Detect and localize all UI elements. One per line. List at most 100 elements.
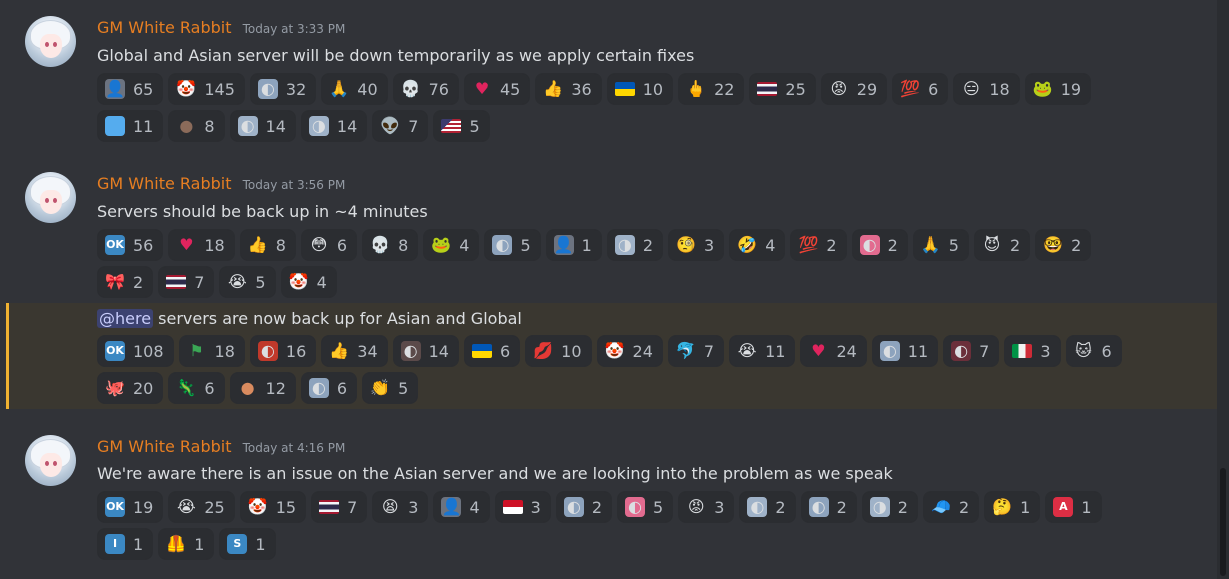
avatar[interactable] <box>25 172 76 223</box>
reaction-button[interactable]: 11 <box>97 110 164 142</box>
reaction-button[interactable]: ◐ 6 <box>300 372 358 404</box>
reaction-button[interactable]: ◐ 14 <box>229 110 296 142</box>
reaction-button[interactable]: 😭 11 <box>729 335 796 367</box>
reaction-button[interactable]: 💯 2 <box>790 229 847 261</box>
reaction-button[interactable]: 💀 8 <box>362 229 419 261</box>
username[interactable]: GM White Rabbit <box>97 18 232 37</box>
reaction-button[interactable]: 💯 6 <box>892 73 949 105</box>
reaction-button[interactable]: ◐ 2 <box>555 491 613 523</box>
reaction-button[interactable]: 🤡 15 <box>239 491 307 523</box>
reaction-button[interactable]: 👤 4 <box>433 491 490 523</box>
reaction-button[interactable]: 🖕 22 <box>678 73 745 105</box>
reaction-button[interactable]: 😡 29 <box>820 73 888 105</box>
reaction-button[interactable]: 🐱 6 <box>1065 335 1122 367</box>
reaction-button[interactable]: 🐸 19 <box>1024 73 1092 105</box>
skull-emoji: 💀 <box>400 79 421 98</box>
reaction-button[interactable]: 👍 34 <box>321 335 388 367</box>
reaction-button[interactable]: 5 <box>433 110 490 142</box>
reaction-button[interactable]: ● 12 <box>229 372 296 404</box>
reaction-button[interactable]: 🤣 4 <box>729 229 786 261</box>
reaction-button[interactable]: 7 <box>158 266 215 298</box>
brown-creature-emoji: ● <box>179 116 194 135</box>
reaction-button[interactable]: ◑ 2 <box>861 491 918 523</box>
reaction-button[interactable]: 🤡 145 <box>168 73 245 105</box>
reaction-button[interactable]: 🧢 2 <box>922 491 980 523</box>
rolling-laughing-emoji: 🤣 <box>737 235 758 254</box>
reaction-button[interactable]: ⚑ 18 <box>178 335 245 367</box>
reaction-button[interactable]: ◐ 2 <box>739 491 796 523</box>
message: GM White Rabbit Today at 3:56 PM Servers… <box>0 172 1217 302</box>
reaction-button[interactable]: 👤 65 <box>97 73 164 105</box>
reaction-button[interactable]: 😡 3 <box>678 491 735 523</box>
reaction-count: 1 <box>1020 497 1031 517</box>
reaction-button[interactable]: S1 <box>219 528 276 560</box>
reaction-button[interactable]: 🦺 1 <box>158 528 215 560</box>
reaction-button[interactable]: ◐ 11 <box>871 335 939 367</box>
reaction-button[interactable]: ◐ 5 <box>617 491 674 523</box>
reaction-button[interactable]: 🐬 7 <box>667 335 725 367</box>
reaction-list: OK 56 ♥ 18 👍 8 😳 6 💀 8 🐸 4 ◐ 5 👤 1 ◑ 2 🧐 3 🤣 4 💯 2 ◐ 2 🙏 5 😈 2 🤓 2 🎀 2 7 😭 5… <box>97 229 1207 303</box>
reaction-button[interactable]: 🤔 1 <box>984 491 1041 523</box>
reaction-button[interactable]: 😭 5 <box>219 266 276 298</box>
reaction-button[interactable]: ◐ 5 <box>484 229 541 261</box>
reaction-button[interactable]: 🐙 20 <box>97 372 164 404</box>
reaction-button[interactable]: 🦎 6 <box>168 372 225 404</box>
reaction-button[interactable]: 6 <box>463 335 521 367</box>
reaction-button[interactable]: 😭 25 <box>168 491 235 523</box>
reaction-button[interactable]: 🐸 4 <box>423 229 480 261</box>
scrollbar-thumb[interactable] <box>1220 468 1226 576</box>
avatar[interactable] <box>25 16 76 67</box>
reaction-button[interactable]: 👽 7 <box>372 110 429 142</box>
reaction-button[interactable]: ◐ 2 <box>800 491 857 523</box>
here-mention[interactable]: @here <box>97 309 154 328</box>
angry-pepe-emoji: 😡 <box>687 497 705 516</box>
reaction-button[interactable]: ♥ 18 <box>168 229 235 261</box>
reaction-button[interactable]: ◐ 32 <box>249 73 317 105</box>
reaction-button[interactable]: 😳 6 <box>300 229 358 261</box>
reaction-button[interactable]: 💋 10 <box>525 335 592 367</box>
scrollbar-track[interactable] <box>1217 0 1229 579</box>
reaction-button[interactable]: ♥ 45 <box>463 73 531 105</box>
reaction-button[interactable]: ◐ 2 <box>851 229 908 261</box>
reaction-button[interactable]: 25 <box>749 73 816 105</box>
reaction-count: 4 <box>316 272 327 292</box>
reaction-button[interactable]: ● 8 <box>168 110 225 142</box>
username[interactable]: GM White Rabbit <box>97 174 232 193</box>
message: GM White Rabbit Today at 4:16 PM We're a… <box>0 435 1217 565</box>
reaction-button[interactable]: 👍 8 <box>239 229 296 261</box>
reaction-count: 24 <box>836 341 857 361</box>
username[interactable]: GM White Rabbit <box>97 437 232 456</box>
reaction-button[interactable]: I1 <box>97 528 154 560</box>
reaction-button[interactable]: OK 19 <box>97 491 164 523</box>
reaction-button[interactable]: 🧐 3 <box>668 229 725 261</box>
reaction-button[interactable]: 🤓 2 <box>1035 229 1092 261</box>
reaction-button[interactable]: ♥ 24 <box>800 335 867 367</box>
reaction-button[interactable]: 👍 36 <box>535 73 602 105</box>
reaction-button[interactable]: 🤡 24 <box>596 335 663 367</box>
reaction-button[interactable]: 3 <box>494 491 551 523</box>
reaction-button[interactable]: 3 <box>1004 335 1061 367</box>
reaction-button[interactable]: ◐ 16 <box>249 335 317 367</box>
reaction-count: 8 <box>204 116 215 136</box>
reaction-button[interactable]: ◑ 14 <box>300 110 368 142</box>
reaction-button[interactable]: 10 <box>606 73 674 105</box>
reaction-button[interactable]: ◑ 2 <box>606 229 664 261</box>
reaction-button[interactable]: 🎀 2 <box>97 266 154 298</box>
reaction-button[interactable]: 👏 5 <box>362 372 419 404</box>
reaction-button[interactable]: 🙏 40 <box>321 73 388 105</box>
reaction-button[interactable]: OK 56 <box>97 229 164 261</box>
reaction-button[interactable]: ◐ 7 <box>943 335 1000 367</box>
reaction-button[interactable]: ◐ 14 <box>392 335 459 367</box>
avatar[interactable] <box>25 435 76 486</box>
reaction-button[interactable]: A1 <box>1045 491 1102 523</box>
reaction-button[interactable]: 🤡 4 <box>280 266 337 298</box>
reaction-button[interactable]: 😈 2 <box>973 229 1031 261</box>
reaction-button[interactable]: 🙏 5 <box>912 229 969 261</box>
reaction-button[interactable]: 7 <box>311 491 368 523</box>
reaction-button[interactable]: 😑 18 <box>953 73 1020 105</box>
reaction-button[interactable]: 👤 1 <box>545 229 602 261</box>
reaction-button[interactable]: OK 108 <box>97 335 174 367</box>
reaction-button[interactable]: 💀 76 <box>392 73 459 105</box>
reaction-button[interactable]: 😫 3 <box>372 491 429 523</box>
meme-face-emoji: ● <box>240 378 255 397</box>
